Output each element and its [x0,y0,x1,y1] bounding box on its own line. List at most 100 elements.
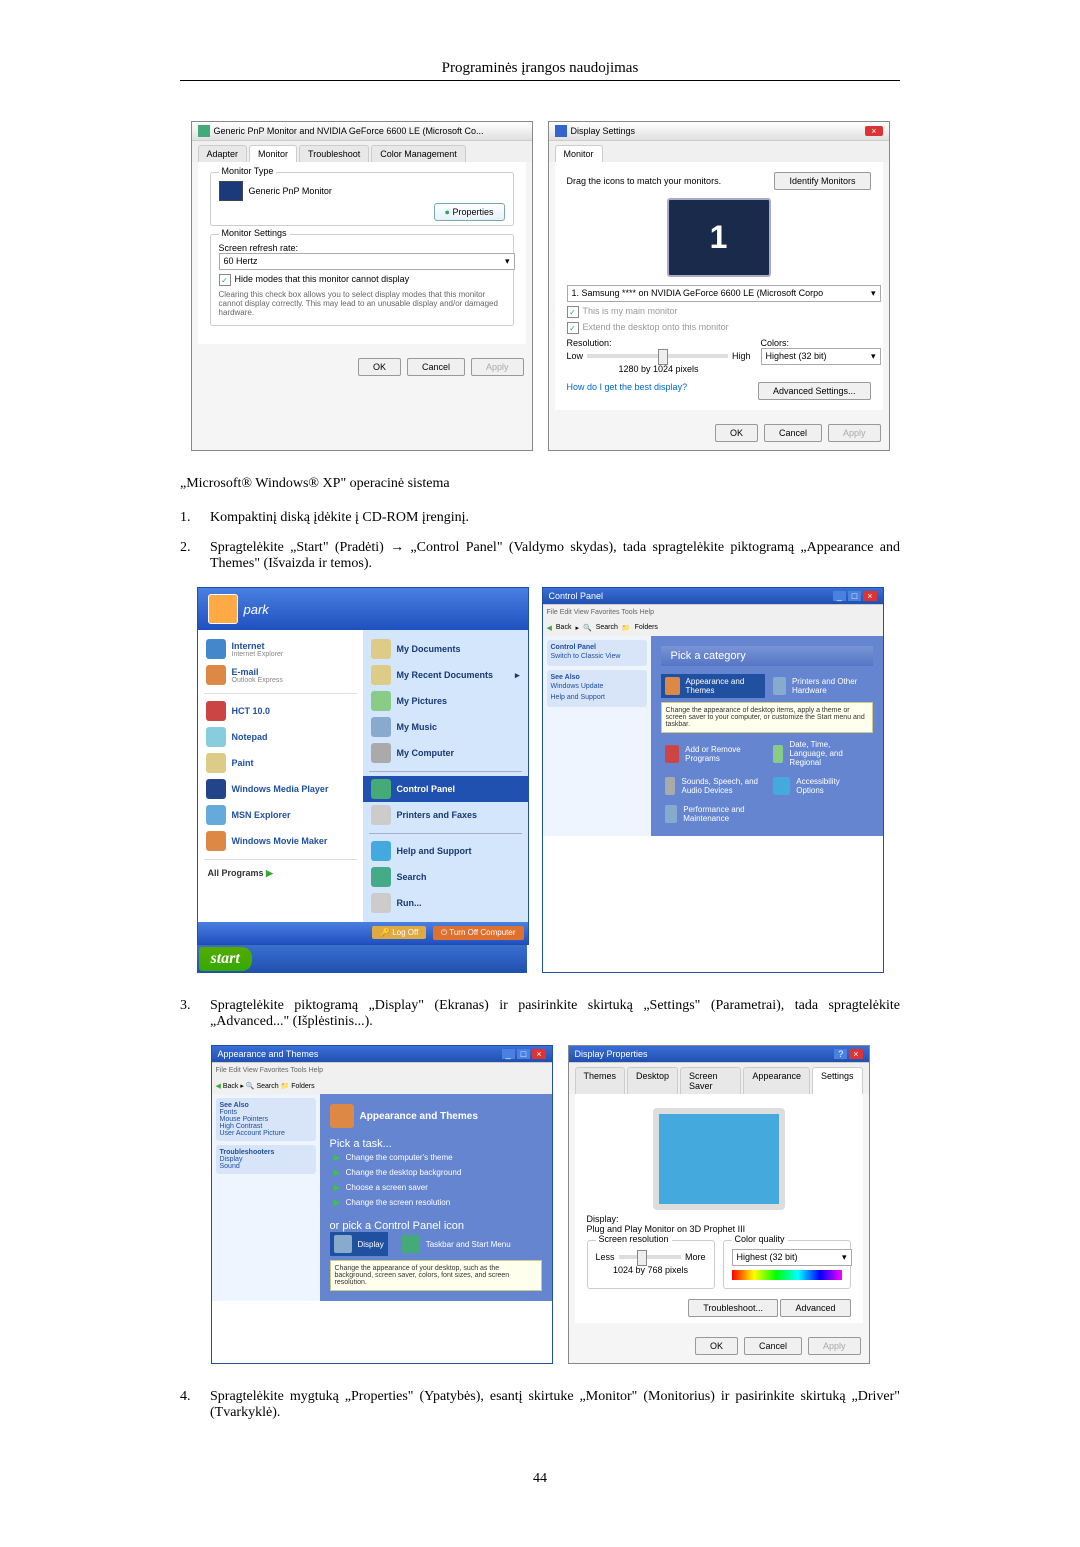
cp-item-appearance[interactable]: Appearance and Themes [661,674,765,698]
sidebar-link[interactable]: Mouse Pointers [220,1116,312,1123]
tab[interactable]: Appearance [743,1067,810,1094]
close-icon[interactable]: × [865,126,882,136]
identify-button[interactable]: Identify Monitors [774,172,870,190]
cp-item[interactable]: Performance and Maintenance [661,802,765,826]
monitor-name: Generic PnP Monitor [249,186,332,196]
logoff-button[interactable]: 🔑 Log Off [372,926,426,939]
tab[interactable]: Desktop [627,1067,678,1094]
tab-monitor[interactable]: Monitor [555,145,603,162]
tab[interactable]: Themes [575,1067,626,1094]
sidebar-link[interactable]: Sound [220,1163,312,1170]
resolution-slider[interactable] [619,1255,681,1259]
best-display-link[interactable]: How do I get the best display? [567,382,688,400]
task-item[interactable]: ▶Change the computer's theme [330,1150,542,1165]
apply-button[interactable]: Apply [471,358,524,376]
cancel-button[interactable]: Cancel [744,1337,802,1355]
cp-main: Pick a category Appearance and Themes Pr… [651,636,883,836]
minimize-icon[interactable]: _ [502,1049,515,1059]
start-item[interactable]: My Recent Documents ▸ [369,662,522,688]
task-item[interactable]: ▶Change the desktop background [330,1165,542,1180]
start-item[interactable]: Windows Media Player [204,776,357,802]
maximize-icon[interactable]: □ [848,591,861,601]
cp-item[interactable]: Date, Time, Language, and Regional [769,737,873,770]
color-combo[interactable]: Highest (32 bit)▾ [732,1249,852,1266]
start-item[interactable]: HCT 10.0 [204,698,357,724]
close-icon[interactable]: × [532,1049,545,1059]
task-item[interactable]: ▶Change the screen resolution [330,1195,542,1210]
sidebar-link[interactable]: Switch to Classic View [551,651,643,662]
tab[interactable]: Screen Saver [680,1067,741,1094]
monitor-preview[interactable]: 1 [667,198,771,277]
start-item[interactable]: My Computer [369,740,522,766]
turnoff-button[interactable]: ⏻ Turn Off Computer [433,926,524,940]
start-item[interactable]: Windows Movie Maker [204,828,357,854]
appearance-icon [330,1104,354,1128]
apply-button[interactable]: Apply [828,424,881,442]
sidebar-link[interactable]: Display [220,1156,312,1163]
cp-item[interactable]: Sounds, Speech, and Audio Devices [661,774,765,798]
all-programs[interactable]: All Programs ▶ [204,864,357,883]
start-item[interactable]: Printers and Faxes [369,802,522,828]
start-item[interactable]: My Pictures [369,688,522,714]
minimize-icon[interactable]: _ [833,591,846,601]
ok-button[interactable]: OK [358,358,401,376]
close-icon[interactable]: × [849,1049,862,1059]
extend-checkbox[interactable]: ✓Extend the desktop onto this monitor [567,322,871,334]
start-item[interactable]: My Music [369,714,522,740]
cp-item[interactable]: Accessibility Options [769,774,873,798]
properties-button[interactable]: ● Properties [434,203,505,221]
device-combo[interactable]: 1. Samsung **** on NVIDIA GeForce 6600 L… [567,285,881,302]
start-item[interactable]: Notepad [204,724,357,750]
maximize-icon[interactable]: □ [517,1049,530,1059]
tab-troubleshoot[interactable]: Troubleshoot [299,145,369,162]
start-item[interactable]: Search [369,864,522,890]
start-button[interactable]: start [199,947,252,971]
apply-button[interactable]: Apply [808,1337,861,1355]
color-bar [732,1270,842,1280]
ok-button[interactable]: OK [695,1337,738,1355]
hide-modes-checkbox[interactable]: ✓Hide modes that this monitor cannot dis… [219,274,505,286]
start-item[interactable]: Help and Support [369,838,522,864]
advanced-settings-button[interactable]: Advanced Settings... [758,382,871,400]
control-panel-window: Control Panel _ □ × File Edit View Favor… [542,587,884,973]
sidebar-link[interactable]: High Contrast [220,1123,312,1130]
start-item-control-panel[interactable]: Control Panel [363,776,528,802]
start-item[interactable]: E-mailOutlook Express [204,662,357,688]
start-user: park [198,588,528,630]
main-monitor-checkbox[interactable]: ✓This is my main monitor [567,306,871,318]
step-4: Spragtelėkite mygtuką „Properties" (Ypat… [210,1389,900,1421]
cancel-button[interactable]: Cancel [407,358,465,376]
tab-adapter[interactable]: Adapter [198,145,248,162]
task-item[interactable]: ▶Choose a screen saver [330,1180,542,1195]
sidebar-link[interactable]: Fonts [220,1109,312,1116]
start-item[interactable]: Run... [369,890,522,916]
header-divider [180,80,900,81]
start-item[interactable]: My Documents [369,636,522,662]
colors-combo[interactable]: Highest (32 bit)▾ [761,348,881,365]
display-icon-item[interactable]: Display [330,1232,388,1256]
cp-item[interactable]: Add or Remove Programs [661,737,765,770]
help-icon[interactable]: ? [834,1049,847,1059]
ok-button[interactable]: OK [715,424,758,442]
tab-monitor[interactable]: Monitor [249,145,297,162]
sidebar-link[interactable]: Help and Support [551,692,643,703]
tab-colormgmt[interactable]: Color Management [371,145,466,162]
sidebar-box: See Also Windows Update Help and Support [547,670,647,707]
advanced-button[interactable]: Advanced [780,1299,850,1317]
taskbar-icon-item[interactable]: Taskbar and Start Menu [398,1232,515,1256]
chevron-down-icon: ▾ [871,351,876,362]
cancel-button[interactable]: Cancel [764,424,822,442]
sidebar: Control Panel Switch to Classic View See… [543,636,651,836]
troubleshoot-button[interactable]: Troubleshoot... [688,1299,778,1317]
resolution-slider[interactable] [587,354,728,358]
tab-settings[interactable]: Settings [812,1067,863,1094]
sidebar-link[interactable]: Windows Update [551,681,643,692]
refresh-combo[interactable]: 60 Hertz▾ [219,253,515,270]
start-item[interactable]: Paint [204,750,357,776]
close-icon[interactable]: × [863,591,876,601]
window-title: Appearance and Themes _ □ × [212,1046,552,1063]
sidebar-link[interactable]: User Account Picture [220,1130,312,1137]
cp-item[interactable]: Printers and Other Hardware [769,674,873,698]
start-item[interactable]: InternetInternet Explorer [204,636,357,662]
start-item[interactable]: MSN Explorer [204,802,357,828]
